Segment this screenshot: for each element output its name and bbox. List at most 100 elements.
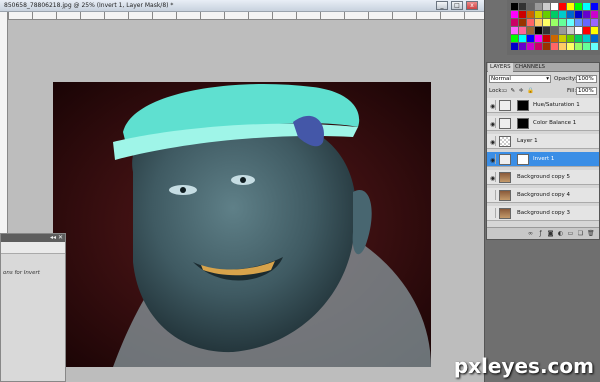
swatch[interactable] <box>559 3 566 10</box>
layer-row[interactable]: ◉ Invert 1 <box>487 152 599 167</box>
swatch[interactable] <box>567 27 574 34</box>
swatch[interactable] <box>519 27 526 34</box>
layer-mask-thumbnail[interactable] <box>517 118 529 129</box>
layer-mask-icon[interactable]: ◙ <box>547 230 554 237</box>
layer-style-icon[interactable]: ƒ <box>537 230 544 237</box>
close-button[interactable]: x <box>466 1 478 10</box>
swatch[interactable] <box>527 27 534 34</box>
swatch[interactable] <box>583 43 590 50</box>
visibility-toggle[interactable] <box>488 190 496 200</box>
maximize-button[interactable]: □ <box>451 1 463 10</box>
visibility-toggle[interactable]: ◉ <box>488 172 496 182</box>
document-titlebar[interactable]: 850658_78806218.jpg @ 25% (Invert 1, Lay… <box>0 0 484 12</box>
swatch[interactable] <box>575 27 582 34</box>
delete-layer-icon[interactable]: 🗑 <box>587 230 595 237</box>
swatch[interactable] <box>527 43 534 50</box>
swatch[interactable] <box>511 3 518 10</box>
swatch[interactable] <box>591 35 598 42</box>
minimize-button[interactable]: _ <box>436 1 448 10</box>
swatch[interactable] <box>519 19 526 26</box>
swatch[interactable] <box>567 43 574 50</box>
swatch[interactable] <box>583 27 590 34</box>
swatch[interactable] <box>559 27 566 34</box>
swatch[interactable] <box>551 11 558 18</box>
layer-row[interactable]: ◉ Background copy 5 <box>487 170 599 185</box>
layer-row[interactable]: Background copy 4 <box>487 188 599 203</box>
layer-row[interactable]: ◉ Hue/Saturation 1 <box>487 98 599 113</box>
swatch[interactable] <box>591 3 598 10</box>
swatch[interactable] <box>543 35 550 42</box>
layer-mask-thumbnail[interactable] <box>517 154 529 165</box>
swatch[interactable] <box>567 3 574 10</box>
swatch[interactable] <box>559 11 566 18</box>
adjustments-panel-header[interactable]: ◂◂ ✕ <box>1 234 65 242</box>
swatch[interactable] <box>575 19 582 26</box>
layer-row[interactable]: ◉ Color Balance 1 <box>487 116 599 131</box>
opacity-input[interactable]: 100% <box>576 75 597 83</box>
swatch[interactable] <box>519 11 526 18</box>
swatch[interactable] <box>575 43 582 50</box>
swatch[interactable] <box>535 11 542 18</box>
swatch[interactable] <box>535 27 542 34</box>
swatch[interactable] <box>535 3 542 10</box>
swatch[interactable] <box>583 19 590 26</box>
swatch[interactable] <box>511 19 518 26</box>
swatch[interactable] <box>559 35 566 42</box>
swatch[interactable] <box>527 3 534 10</box>
layer-mask-thumbnail[interactable] <box>517 100 529 111</box>
visibility-toggle[interactable]: ◉ <box>488 118 496 128</box>
panel-collapse-close-icons[interactable]: ◂◂ ✕ <box>50 234 63 242</box>
swatch[interactable] <box>527 19 534 26</box>
visibility-toggle[interactable]: ◉ <box>488 100 496 110</box>
swatch[interactable] <box>535 19 542 26</box>
swatch[interactable] <box>543 27 550 34</box>
swatch[interactable] <box>511 27 518 34</box>
swatch[interactable] <box>591 43 598 50</box>
visibility-toggle[interactable]: ◉ <box>488 136 496 146</box>
adjustment-layer-icon[interactable]: ◐ <box>557 230 564 237</box>
swatch[interactable] <box>583 35 590 42</box>
swatch[interactable] <box>567 11 574 18</box>
swatch[interactable] <box>543 43 550 50</box>
layer-row[interactable]: Background copy 3 <box>487 206 599 221</box>
swatch[interactable] <box>535 43 542 50</box>
fill-input[interactable]: 100% <box>576 87 597 95</box>
swatch[interactable] <box>559 43 566 50</box>
swatch[interactable] <box>551 3 558 10</box>
visibility-toggle[interactable] <box>488 208 496 218</box>
swatch[interactable] <box>511 43 518 50</box>
swatch[interactable] <box>511 11 518 18</box>
tab-layers[interactable]: LAYERS <box>488 63 513 72</box>
swatch[interactable] <box>551 43 558 50</box>
link-layers-icon[interactable]: ∞ <box>527 230 534 237</box>
new-group-icon[interactable]: ▭ <box>567 230 574 237</box>
swatch[interactable] <box>511 35 518 42</box>
swatch[interactable] <box>535 35 542 42</box>
visibility-toggle[interactable]: ◉ <box>488 154 496 164</box>
blend-mode-select[interactable]: Normal ▾ <box>489 75 551 83</box>
swatch[interactable] <box>575 3 582 10</box>
swatch[interactable] <box>527 35 534 42</box>
layer-row[interactable]: ◉ Layer 1 <box>487 134 599 149</box>
swatch[interactable] <box>591 11 598 18</box>
swatch[interactable] <box>559 19 566 26</box>
swatch[interactable] <box>551 27 558 34</box>
swatch[interactable] <box>575 11 582 18</box>
swatch[interactable] <box>551 35 558 42</box>
swatch[interactable] <box>527 11 534 18</box>
new-layer-icon[interactable]: ❏ <box>577 230 584 237</box>
canvas-image[interactable] <box>53 82 431 367</box>
swatch[interactable] <box>543 3 550 10</box>
swatch[interactable] <box>551 19 558 26</box>
swatch[interactable] <box>519 3 526 10</box>
lock-icons[interactable]: ▫ ✎ ✛ 🔒 <box>503 87 535 95</box>
swatch[interactable] <box>583 3 590 10</box>
swatch[interactable] <box>543 19 550 26</box>
swatch[interactable] <box>519 43 526 50</box>
tab-channels[interactable]: CHANNELS <box>513 63 547 72</box>
swatch[interactable] <box>567 19 574 26</box>
swatch[interactable] <box>575 35 582 42</box>
swatch[interactable] <box>591 19 598 26</box>
swatch[interactable] <box>591 27 598 34</box>
swatch[interactable] <box>583 11 590 18</box>
